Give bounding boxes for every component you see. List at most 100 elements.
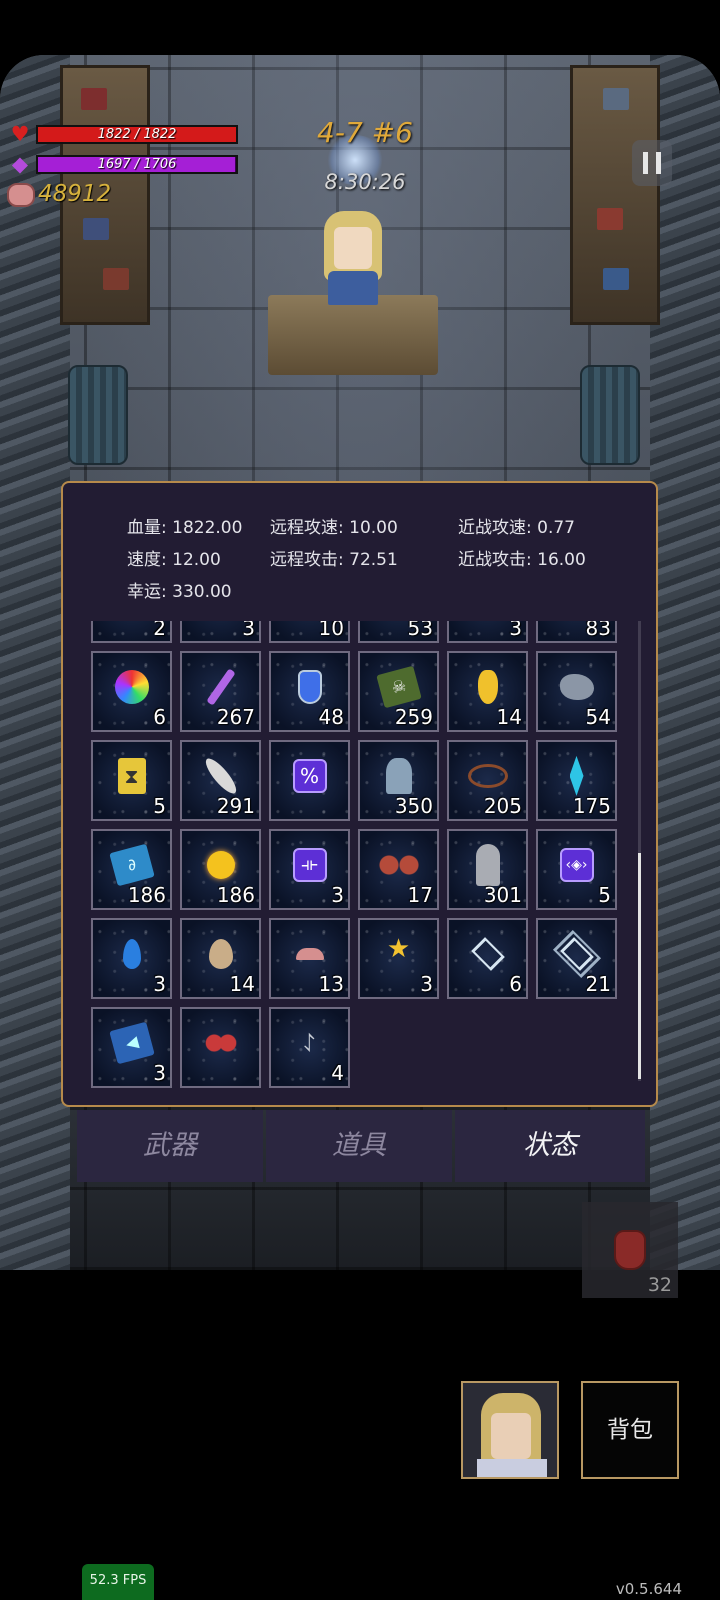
item-quantity: 2 [153,621,166,640]
mp-bar: 1697 / 1706 [36,155,238,174]
inventory-slot[interactable]: % [269,740,350,821]
inventory-slot[interactable]: ☠ 259 [358,651,439,732]
piggy-bank-icon [7,183,35,207]
stat-melee-speed-label: 近战攻速: [458,518,532,538]
pause-button[interactable] [632,140,672,186]
inventory-slot[interactable]: 350 [358,740,439,821]
inventory-slot[interactable]: 291 [180,740,261,821]
inventory-slot[interactable]: 54 [536,651,617,732]
item-quantity: 4 [331,1061,344,1085]
item-quantity: 291 [216,794,255,818]
inventory-slot[interactable]: 48 [269,651,350,732]
item-quantity: 10 [318,621,344,640]
item-quantity: 5 [153,794,166,818]
item-quantity: 21 [585,972,611,996]
stat-ranged-attack-label: 远程攻击: [270,550,344,570]
inventory-slot[interactable]: ⟛ 3 [269,829,350,910]
pause-icon [643,152,648,174]
item-quantity: 3 [242,621,255,640]
inventory-slot[interactable]: 3 [447,621,528,643]
bag-button[interactable]: 背包 [581,1381,679,1479]
inventory-slot[interactable]: 83 [536,621,617,643]
inventory-slot[interactable]: ∂ 186 [91,829,172,910]
inventory-slot[interactable]: 175 [536,740,617,821]
inventory-slot[interactable]: 21 [536,918,617,999]
item-quantity: 3 [420,972,433,996]
quick-slot-potion[interactable]: 32 [582,1202,678,1298]
eye-rune-icon: ‹◈› [559,847,594,882]
mushroom-icon [295,947,324,960]
inventory-slot[interactable]: 186 [180,829,261,910]
axe-icon [385,757,412,794]
inventory-slot[interactable]: 2 [91,621,172,643]
inventory-slot[interactable]: 10 [269,621,350,643]
stat-ranged-speed: 远程攻速: 10.00 [270,513,398,538]
inventory-slot[interactable]: 17 [358,829,439,910]
shopkeeper-character[interactable] [318,205,388,305]
stage-label: 4-7 #6 [317,116,413,149]
item-quantity: 5 [598,883,611,907]
inventory-slot[interactable]: ‹◈› 5 [536,829,617,910]
inventory-slot[interactable]: 6 [447,918,528,999]
item-quantity: 13 [318,972,344,996]
mana-crystal-icon: ◆ [11,152,29,176]
feather-icon [200,754,241,798]
inventory-slot[interactable]: 14 [447,651,528,732]
inventory-slot[interactable]: 14 [180,918,261,999]
item-quantity: 83 [585,621,611,640]
heart-icon: ♥ [10,122,30,146]
inventory-slot[interactable]: ⧗ 5 [91,740,172,821]
inventory-slot[interactable]: 3 [180,621,261,643]
item-grid-scroll-thumb[interactable] [638,853,641,1079]
inventory-slot[interactable]: 301 [447,829,528,910]
inventory-slot[interactable]: ★ 3 [358,918,439,999]
item-quantity: 17 [407,883,433,907]
inventory-slot[interactable]: 13 [269,918,350,999]
stat-melee-attack-label: 近战攻击: [458,550,532,570]
inventory-slot[interactable]: ⥌ 4 [269,1007,350,1088]
gold-count: 48912 [38,181,112,207]
barrel-right [580,365,640,465]
item-quantity: 53 [407,621,433,640]
item-quantity: 3 [153,1061,166,1085]
stat-speed-value: 12.00 [172,550,221,570]
percent-rune-icon: % [292,758,327,793]
item-quantity: 14 [229,972,255,996]
stat-ranged-speed-value: 10.00 [349,518,398,538]
stat-ranged-attack-value: 72.51 [349,550,398,570]
stat-luck-value: 330.00 [172,582,232,602]
item-grid[interactable]: 2 3 10 53 3 83 6 267 48 ☠ 259 14 54 ⧗ 5 291% 350 205 175 ∂ 1… [91,621,631,1099]
red-flower-icon [203,1032,238,1053]
water-drop-icon [122,938,141,969]
stat-ranged-attack: 远程攻击: 72.51 [270,545,398,570]
stat-luck-label: 幸运: [127,582,167,602]
right-wall [650,55,720,1270]
inventory-slot[interactable]: 3 [91,918,172,999]
inventory-slot[interactable]: 205 [447,740,528,821]
item-quantity: 6 [509,972,522,996]
character-avatar-button[interactable] [461,1381,559,1479]
version-label: v0.5.644 [615,1580,682,1598]
item-quantity: 267 [216,705,255,729]
inventory-slot[interactable]: 53 [358,621,439,643]
egg-icon [208,938,233,969]
tab-items[interactable]: 道具 [266,1110,452,1182]
stat-hp-value: 1822.00 [172,518,243,538]
inventory-slot[interactable]: 6 [91,651,172,732]
item-quantity: 301 [483,883,522,907]
star-trophy-icon: ★ [386,933,411,964]
potion-qty: 32 [647,1274,672,1296]
stacked-tile-icon [552,929,601,978]
inventory-slot[interactable]: 267 [180,651,261,732]
shop-table [268,295,438,375]
bookshelf-right [570,65,660,325]
tab-weapons[interactable]: 武器 [77,1110,263,1182]
thorn-crown-icon [467,763,508,788]
inventory-slot[interactable]: ◀ 3 [91,1007,172,1088]
item-quantity: 175 [572,794,611,818]
hourglass-card-icon: ⧗ [117,757,146,794]
hp-text: 1822 / 1822 [97,127,177,142]
grey-rock-icon [559,673,594,700]
inventory-slot[interactable] [180,1007,261,1088]
tab-status[interactable]: 状态 [455,1110,645,1182]
